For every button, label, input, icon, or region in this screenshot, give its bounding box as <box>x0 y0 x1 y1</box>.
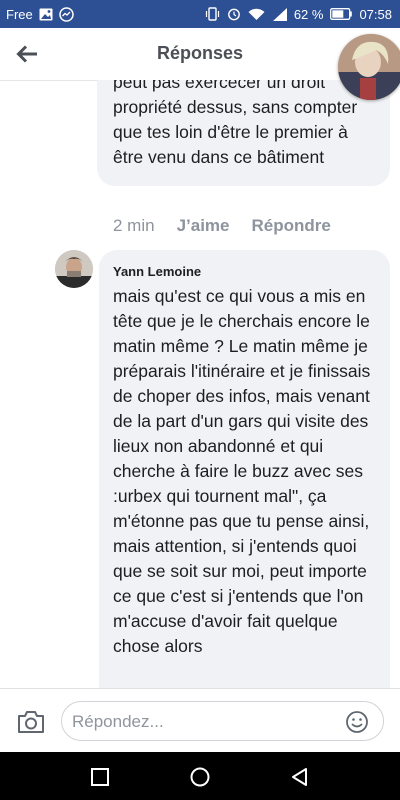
camera-icon <box>18 711 44 733</box>
emoji-icon <box>346 711 368 733</box>
carrier-label: Free <box>6 6 33 22</box>
nav-back-button[interactable] <box>289 766 311 788</box>
recent-apps-icon <box>91 768 109 786</box>
comment-author[interactable]: Yann Lemoine <box>113 264 201 279</box>
reply-button[interactable]: Répondre <box>252 216 331 236</box>
home-icon <box>190 767 210 787</box>
comment-actions: 2 min J’aime Répondre <box>113 216 331 236</box>
vibrate-icon <box>205 7 220 21</box>
comment-bubble[interactable]: Yann Lemoine mais qu'est ce qui vous a m… <box>99 250 390 688</box>
clock: 07:58 <box>359 6 392 22</box>
reply-input-wrapper <box>61 701 384 741</box>
battery-icon <box>330 8 353 20</box>
back-icon <box>292 768 307 786</box>
image-icon <box>39 8 53 21</box>
avatar[interactable] <box>55 250 93 288</box>
wifi-icon <box>248 8 265 21</box>
camera-button[interactable] <box>16 709 46 735</box>
alarm-icon <box>227 7 241 21</box>
comment-text: peut pas exercecer un droit propriété de… <box>113 80 358 167</box>
recent-apps-button[interactable] <box>89 766 111 788</box>
battery-level: 62 % <box>293 6 324 22</box>
home-button[interactable] <box>189 766 211 788</box>
messenger-icon <box>58 6 74 22</box>
comment-bubble[interactable]: peut pas exercecer un droit propriété de… <box>97 80 390 186</box>
signal-icon <box>272 7 287 21</box>
comment-time: 2 min <box>113 216 155 235</box>
reply-composer <box>0 688 400 753</box>
chat-head-avatar[interactable] <box>338 34 400 100</box>
replies-list: peut pas exercecer un droit propriété de… <box>0 80 400 688</box>
emoji-button[interactable] <box>345 710 369 734</box>
reply-input[interactable] <box>70 708 344 736</box>
android-nav-bar <box>0 752 400 800</box>
comment-text: mais qu'est ce qui vous a mis en tête qu… <box>113 286 371 656</box>
like-button[interactable]: J’aime <box>177 216 230 236</box>
status-bar: Free 62 % 07:58 <box>0 0 400 28</box>
